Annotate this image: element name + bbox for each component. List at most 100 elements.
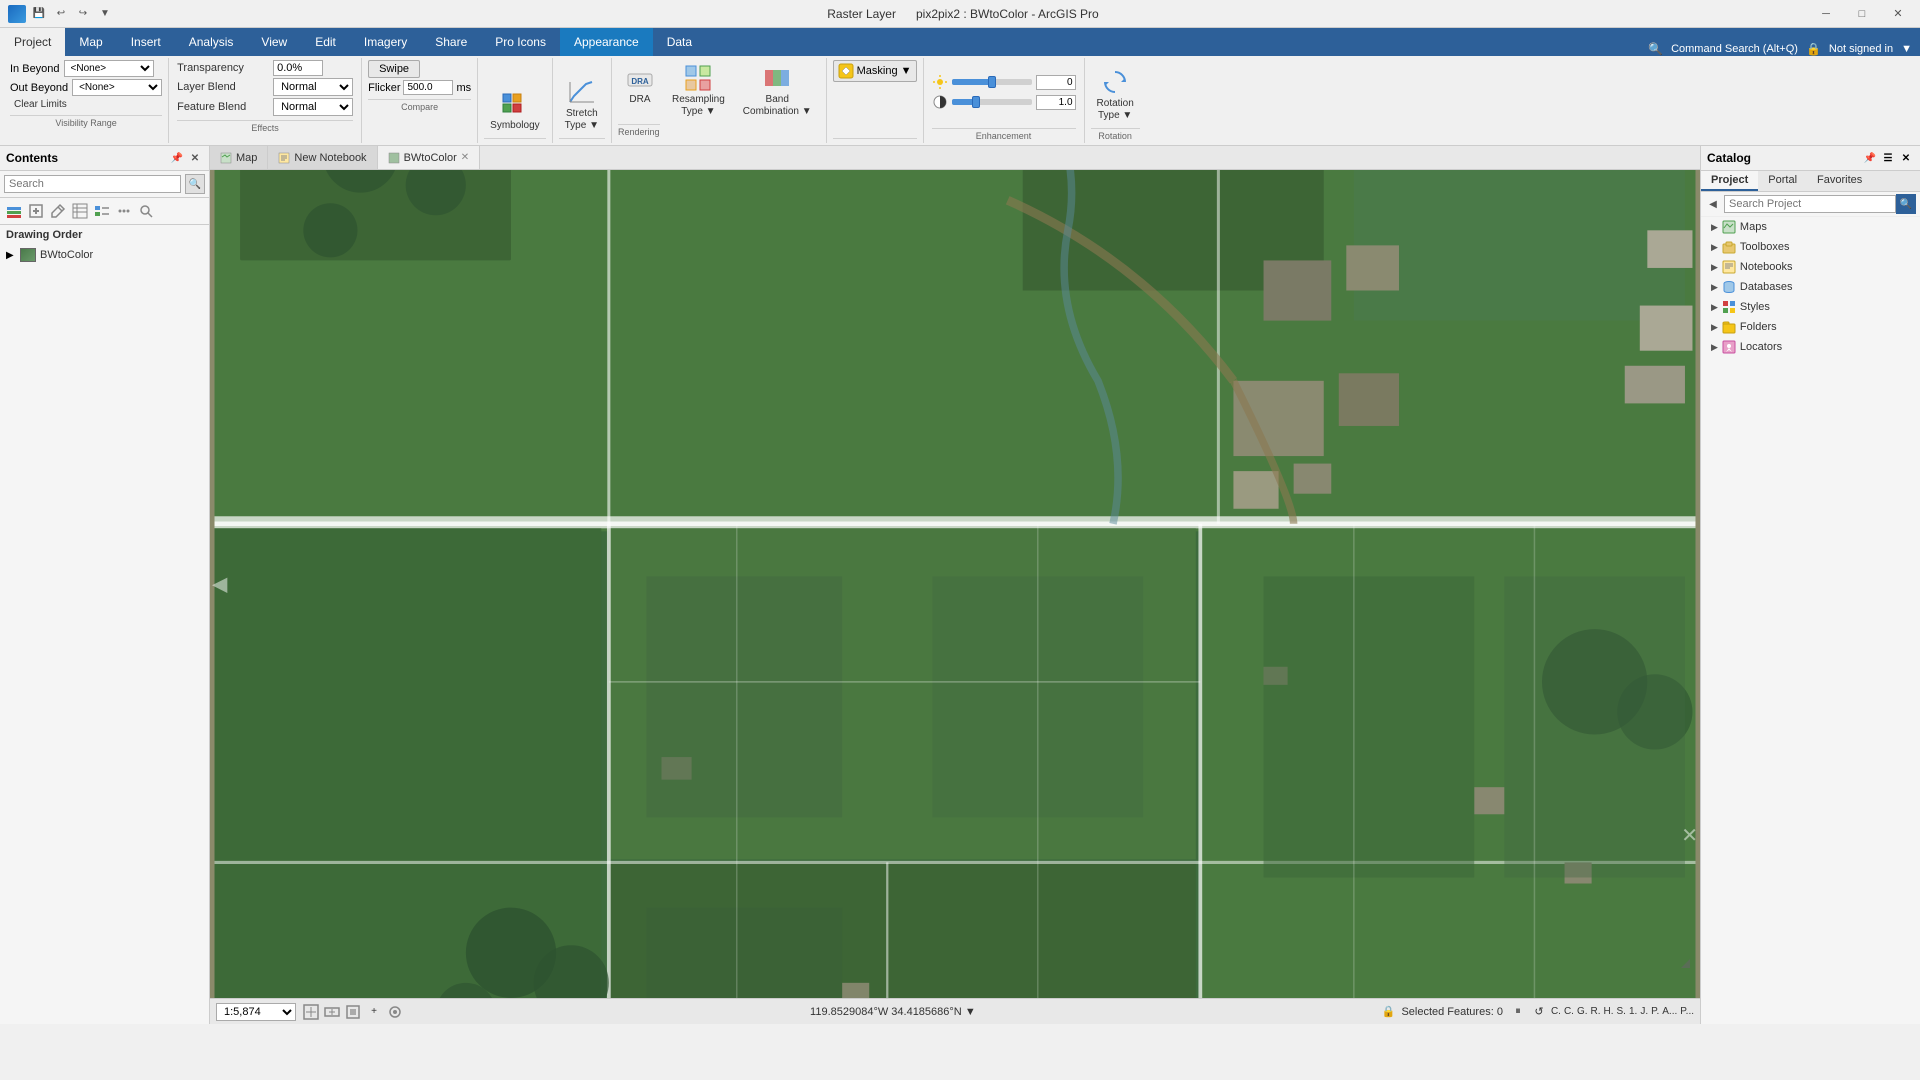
- catalog-item-notebooks[interactable]: ▶ Notebooks: [1701, 257, 1920, 277]
- legend-btn[interactable]: [92, 201, 112, 221]
- map-resize-handle[interactable]: [1672, 950, 1690, 968]
- add-group-btn[interactable]: [26, 201, 46, 221]
- folders-expand-arrow[interactable]: ▶: [1711, 322, 1718, 333]
- contrast-slider[interactable]: [952, 99, 1032, 105]
- resampling-btn[interactable]: ResamplingType ▼: [666, 60, 731, 122]
- locators-expand-arrow[interactable]: ▶: [1711, 342, 1718, 353]
- user-status[interactable]: Not signed in: [1829, 43, 1893, 55]
- shortcuts-g[interactable]: G.: [1577, 1006, 1588, 1017]
- catalog-search-btn[interactable]: 🔍: [1896, 194, 1916, 214]
- rotation-btn[interactable]: RotationType ▼: [1091, 60, 1140, 126]
- catalog-tab-portal[interactable]: Portal: [1758, 171, 1807, 191]
- swipe-btn[interactable]: Swipe: [368, 60, 420, 78]
- brightness-thumb[interactable]: [988, 76, 996, 88]
- save-quick-btn[interactable]: 💾: [30, 5, 48, 23]
- aerial-map[interactable]: ◀ ✕: [210, 170, 1700, 998]
- user-dropdown[interactable]: ▼: [1901, 43, 1912, 55]
- search-btn[interactable]: 🔍: [185, 174, 205, 194]
- contents-close-btn[interactable]: ✕: [187, 150, 203, 166]
- search-input[interactable]: [4, 175, 181, 193]
- tab-close-btn[interactable]: ✕: [461, 152, 469, 163]
- add-layer-btn[interactable]: [4, 201, 24, 221]
- table-btn[interactable]: [70, 201, 90, 221]
- contrast-input[interactable]: [1036, 95, 1076, 110]
- layer-toggle[interactable]: ▶: [6, 250, 16, 260]
- maps-expand-arrow[interactable]: ▶: [1711, 222, 1718, 233]
- catalog-tab-project[interactable]: Project: [1701, 171, 1758, 191]
- shortcuts-p2[interactable]: P...: [1680, 1006, 1694, 1017]
- catalog-back-btn[interactable]: ◀: [1705, 196, 1721, 212]
- transparency-input[interactable]: [273, 60, 323, 76]
- pause-btn[interactable]: ⏸: [1509, 1003, 1527, 1021]
- list-item[interactable]: ▶ BWtoColor: [0, 245, 209, 265]
- contents-pin-btn[interactable]: 📌: [169, 150, 185, 166]
- out-beyond-select[interactable]: <None>: [72, 79, 162, 96]
- catalog-item-folders[interactable]: ▶ Folders: [1701, 317, 1920, 337]
- tab-map[interactable]: Map: [65, 28, 116, 56]
- masking-btn[interactable]: Masking ▼: [833, 60, 917, 82]
- brightness-slider[interactable]: [952, 79, 1032, 85]
- tab-map[interactable]: Map: [210, 146, 268, 169]
- tab-project[interactable]: Project: [0, 28, 65, 56]
- contrast-thumb[interactable]: [972, 96, 980, 108]
- catalog-search-input[interactable]: [1724, 195, 1896, 213]
- shortcuts-h[interactable]: H.: [1604, 1006, 1614, 1017]
- tab-appearance[interactable]: Appearance: [560, 28, 653, 56]
- zoom-btn[interactable]: [136, 201, 156, 221]
- zoom-plus-btn[interactable]: +: [365, 1003, 383, 1021]
- symbology-btn[interactable]: Symbology: [484, 60, 545, 136]
- band-combination-btn[interactable]: BandCombination ▼: [735, 60, 820, 122]
- map-content[interactable]: ◀ ✕: [210, 170, 1700, 998]
- shortcuts-1[interactable]: 1.: [1629, 1006, 1637, 1017]
- refresh-btn[interactable]: ↺: [1530, 1003, 1548, 1021]
- more-quick-btn[interactable]: ▼: [96, 5, 114, 23]
- catalog-item-locators[interactable]: ▶ Locators: [1701, 337, 1920, 357]
- layer-blend-select[interactable]: Normal: [273, 78, 353, 96]
- shortcuts-ae[interactable]: A...: [1662, 1006, 1677, 1017]
- catalog-pin-btn[interactable]: 📌: [1862, 150, 1878, 166]
- catalog-close-btn[interactable]: ✕: [1898, 150, 1914, 166]
- shortcuts-c[interactable]: C.: [1551, 1006, 1561, 1017]
- catalog-settings-btn[interactable]: ☰: [1880, 150, 1896, 166]
- zoom-center-btn[interactable]: [386, 1003, 404, 1021]
- clear-limits-btn[interactable]: Clear Limits: [10, 98, 162, 111]
- shortcuts-r[interactable]: R.: [1591, 1006, 1601, 1017]
- tab-data[interactable]: Data: [653, 28, 706, 56]
- databases-expand-arrow[interactable]: ▶: [1711, 282, 1718, 293]
- close-btn[interactable]: ✕: [1884, 5, 1912, 23]
- styles-expand-arrow[interactable]: ▶: [1711, 302, 1718, 313]
- tab-edit[interactable]: Edit: [301, 28, 350, 56]
- catalog-item-databases[interactable]: ▶ Databases: [1701, 277, 1920, 297]
- notebooks-expand-arrow[interactable]: ▶: [1711, 262, 1718, 273]
- minimize-btn[interactable]: ─: [1812, 5, 1840, 23]
- dra-btn[interactable]: DRA DRA: [618, 60, 662, 110]
- shortcuts-c2[interactable]: C.: [1564, 1006, 1574, 1017]
- redo-quick-btn[interactable]: ↪: [74, 5, 92, 23]
- tab-insert[interactable]: Insert: [117, 28, 175, 56]
- map-nav-left[interactable]: ◀: [212, 572, 227, 597]
- undo-quick-btn[interactable]: ↩: [52, 5, 70, 23]
- tab-analysis[interactable]: Analysis: [175, 28, 248, 56]
- catalog-item-styles[interactable]: ▶ Styles: [1701, 297, 1920, 317]
- tab-bwtocolor[interactable]: BWtoColor ✕: [378, 146, 481, 169]
- shortcuts-p[interactable]: P.: [1651, 1006, 1659, 1017]
- shortcuts-s[interactable]: S.: [1617, 1006, 1626, 1017]
- more-btn[interactable]: [114, 201, 134, 221]
- maximize-btn[interactable]: □: [1848, 5, 1876, 23]
- in-beyond-select[interactable]: <None>: [64, 60, 154, 77]
- edit-btn[interactable]: [48, 201, 68, 221]
- zoom-full-btn[interactable]: [302, 1003, 320, 1021]
- stretch-type-btn[interactable]: StretchType ▼: [559, 60, 605, 136]
- catalog-item-toolboxes[interactable]: ▶ Toolboxes: [1701, 237, 1920, 257]
- scale-select[interactable]: 1:5,874: [216, 1003, 296, 1021]
- tab-view[interactable]: View: [247, 28, 301, 56]
- tab-pro-icons[interactable]: Pro Icons: [481, 28, 560, 56]
- catalog-tab-favorites[interactable]: Favorites: [1807, 171, 1872, 191]
- zoom-extent-btn[interactable]: [344, 1003, 362, 1021]
- tab-share[interactable]: Share: [421, 28, 481, 56]
- coordinates-dropdown[interactable]: ▼: [965, 1006, 976, 1018]
- map-nav-right[interactable]: ✕: [1681, 823, 1698, 848]
- catalog-item-maps[interactable]: ▶ Maps: [1701, 217, 1920, 237]
- shortcuts-j[interactable]: J.: [1640, 1006, 1648, 1017]
- feature-blend-select[interactable]: Normal: [273, 98, 353, 116]
